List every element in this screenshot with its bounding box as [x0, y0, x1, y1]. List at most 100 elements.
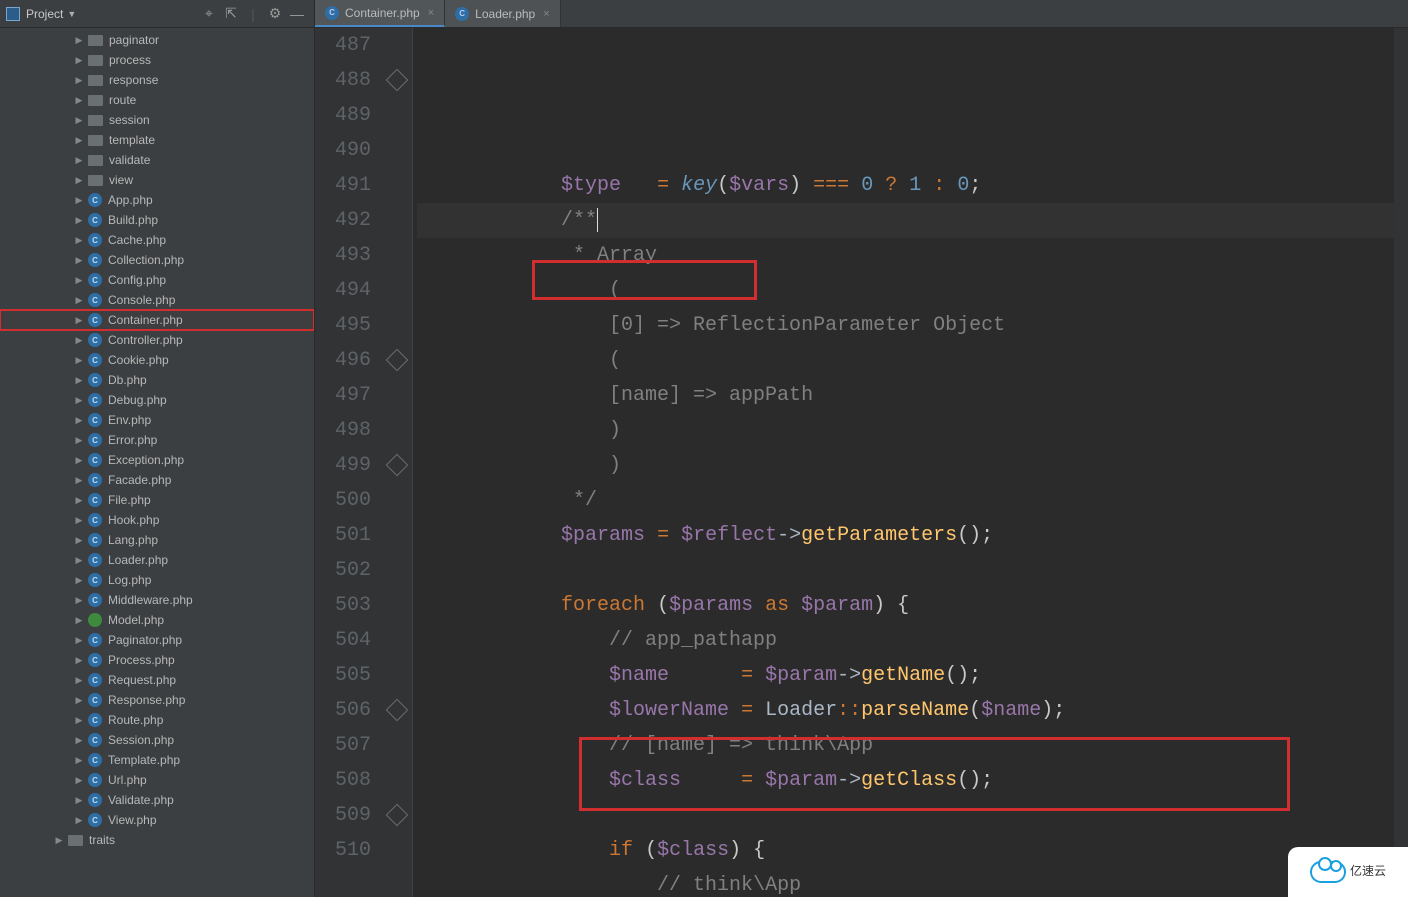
- expand-arrow-icon[interactable]: ▶: [74, 315, 84, 326]
- expand-arrow-icon[interactable]: ▶: [74, 675, 84, 686]
- close-icon[interactable]: ×: [543, 8, 549, 20]
- code-line[interactable]: if ($class) {: [417, 833, 1408, 868]
- tree-folder[interactable]: ▶process: [0, 50, 314, 70]
- code-line[interactable]: $class = $param->getClass();: [417, 763, 1408, 798]
- tree-file[interactable]: ▶CDebug.php: [0, 390, 314, 410]
- collapse-icon[interactable]: ⇱: [222, 5, 240, 22]
- minimize-icon[interactable]: —: [288, 6, 306, 22]
- code-line[interactable]: * Array: [417, 238, 1408, 273]
- code-area[interactable]: $type = key($vars) === 0 ? 1 : 0; /** * …: [413, 28, 1408, 897]
- project-panel-header[interactable]: Project ▼ ⌖ ⇱ | ⚙ —: [0, 0, 315, 27]
- code-line[interactable]: [name] => appPath: [417, 378, 1408, 413]
- tree-file[interactable]: ▶CException.php: [0, 450, 314, 470]
- expand-arrow-icon[interactable]: ▶: [74, 55, 84, 66]
- tree-file[interactable]: ▶CCache.php: [0, 230, 314, 250]
- expand-arrow-icon[interactable]: ▶: [74, 135, 84, 146]
- tree-file[interactable]: ▶CCookie.php: [0, 350, 314, 370]
- gear-icon[interactable]: ⚙: [266, 5, 284, 22]
- expand-arrow-icon[interactable]: ▶: [74, 75, 84, 86]
- fold-marker-icon[interactable]: [386, 699, 409, 722]
- fold-marker-icon[interactable]: [386, 804, 409, 827]
- expand-arrow-icon[interactable]: ▶: [74, 295, 84, 306]
- fold-marker-icon[interactable]: [386, 454, 409, 477]
- code-line[interactable]: [0] => ReflectionParameter Object: [417, 308, 1408, 343]
- expand-arrow-icon[interactable]: ▶: [74, 575, 84, 586]
- expand-arrow-icon[interactable]: ▶: [74, 395, 84, 406]
- tree-file[interactable]: ▶CLog.php: [0, 570, 314, 590]
- code-line[interactable]: ): [417, 448, 1408, 483]
- code-line[interactable]: ): [417, 413, 1408, 448]
- tree-file[interactable]: ▶CError.php: [0, 430, 314, 450]
- tree-file[interactable]: ▶CValidate.php: [0, 790, 314, 810]
- expand-arrow-icon[interactable]: ▶: [74, 635, 84, 646]
- expand-arrow-icon[interactable]: ▶: [74, 275, 84, 286]
- tree-file[interactable]: ▶CMiddleware.php: [0, 590, 314, 610]
- code-line[interactable]: [417, 553, 1408, 588]
- expand-arrow-icon[interactable]: ▶: [74, 375, 84, 386]
- vertical-scrollbar[interactable]: [1394, 28, 1408, 897]
- tree-file[interactable]: ▶CHook.php: [0, 510, 314, 530]
- tree-folder[interactable]: ▶traits: [0, 830, 314, 850]
- code-line[interactable]: [417, 798, 1408, 833]
- expand-arrow-icon[interactable]: ▶: [74, 535, 84, 546]
- project-tree[interactable]: ▶paginator▶process▶response▶route▶sessio…: [0, 28, 315, 897]
- code-line[interactable]: $params = $reflect->getParameters();: [417, 518, 1408, 553]
- expand-arrow-icon[interactable]: ▶: [74, 155, 84, 166]
- code-line[interactable]: $name = $param->getName();: [417, 658, 1408, 693]
- fold-marker-icon[interactable]: [386, 349, 409, 372]
- tree-file[interactable]: ▶CUrl.php: [0, 770, 314, 790]
- expand-arrow-icon[interactable]: ▶: [74, 215, 84, 226]
- code-line[interactable]: foreach ($params as $param) {: [417, 588, 1408, 623]
- editor-tab[interactable]: CLoader.php×: [445, 0, 561, 27]
- target-icon[interactable]: ⌖: [200, 5, 218, 22]
- tree-folder[interactable]: ▶paginator: [0, 30, 314, 50]
- tree-file[interactable]: ▶CPaginator.php: [0, 630, 314, 650]
- tree-file[interactable]: ▶CFacade.php: [0, 470, 314, 490]
- expand-arrow-icon[interactable]: ▶: [54, 835, 64, 846]
- expand-arrow-icon[interactable]: ▶: [74, 335, 84, 346]
- expand-arrow-icon[interactable]: ▶: [74, 355, 84, 366]
- expand-arrow-icon[interactable]: ▶: [74, 195, 84, 206]
- expand-arrow-icon[interactable]: ▶: [74, 95, 84, 106]
- expand-arrow-icon[interactable]: ▶: [74, 415, 84, 426]
- tree-file[interactable]: ▶CRoute.php: [0, 710, 314, 730]
- tree-file[interactable]: ▶CLang.php: [0, 530, 314, 550]
- expand-arrow-icon[interactable]: ▶: [74, 655, 84, 666]
- expand-arrow-icon[interactable]: ▶: [74, 495, 84, 506]
- tree-folder[interactable]: ▶view: [0, 170, 314, 190]
- tree-file[interactable]: ▶CRequest.php: [0, 670, 314, 690]
- code-line[interactable]: (: [417, 273, 1408, 308]
- expand-arrow-icon[interactable]: ▶: [74, 815, 84, 826]
- tree-folder[interactable]: ▶template: [0, 130, 314, 150]
- tree-file[interactable]: ▶CContainer.php: [0, 310, 314, 330]
- fold-gutter[interactable]: [385, 28, 413, 897]
- code-line[interactable]: /**: [417, 203, 1408, 238]
- tree-file[interactable]: ▶CView.php: [0, 810, 314, 830]
- expand-arrow-icon[interactable]: ▶: [74, 475, 84, 486]
- tree-file[interactable]: ▶CProcess.php: [0, 650, 314, 670]
- tree-file[interactable]: ▶CController.php: [0, 330, 314, 350]
- expand-arrow-icon[interactable]: ▶: [74, 435, 84, 446]
- code-line[interactable]: (: [417, 343, 1408, 378]
- code-line[interactable]: // [name] => think\App: [417, 728, 1408, 763]
- close-icon[interactable]: ×: [428, 7, 434, 19]
- tree-file[interactable]: ▶CSession.php: [0, 730, 314, 750]
- code-line[interactable]: // think\App: [417, 868, 1408, 897]
- expand-arrow-icon[interactable]: ▶: [74, 515, 84, 526]
- code-editor[interactable]: 4874884894904914924934944954964974984995…: [315, 28, 1408, 897]
- expand-arrow-icon[interactable]: ▶: [74, 735, 84, 746]
- tree-file[interactable]: ▶CApp.php: [0, 190, 314, 210]
- tree-file[interactable]: ▶CTemplate.php: [0, 750, 314, 770]
- expand-arrow-icon[interactable]: ▶: [74, 35, 84, 46]
- tree-file[interactable]: ▶Model.php: [0, 610, 314, 630]
- expand-arrow-icon[interactable]: ▶: [74, 235, 84, 246]
- fold-marker-icon[interactable]: [386, 69, 409, 92]
- tree-file[interactable]: ▶CBuild.php: [0, 210, 314, 230]
- tree-file[interactable]: ▶CConfig.php: [0, 270, 314, 290]
- expand-arrow-icon[interactable]: ▶: [74, 715, 84, 726]
- tree-folder[interactable]: ▶validate: [0, 150, 314, 170]
- tree-file[interactable]: ▶CEnv.php: [0, 410, 314, 430]
- code-line[interactable]: */: [417, 483, 1408, 518]
- tree-file[interactable]: ▶CFile.php: [0, 490, 314, 510]
- tree-folder[interactable]: ▶route: [0, 90, 314, 110]
